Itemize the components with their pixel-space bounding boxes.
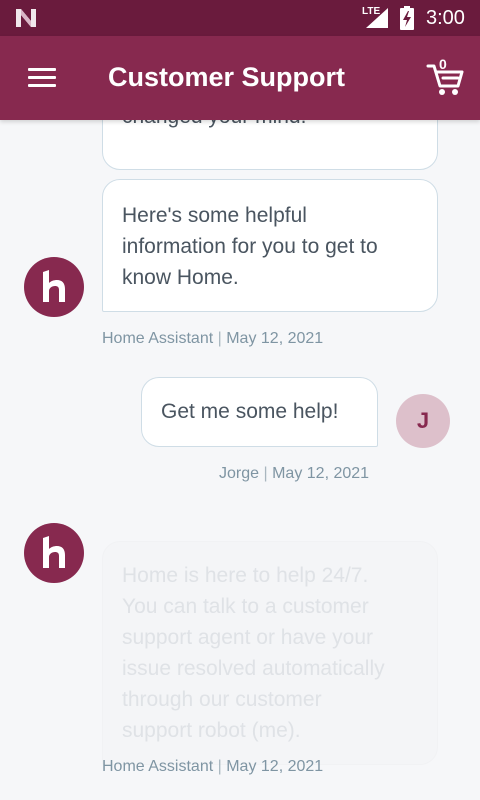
message-line: You can talk to a customer bbox=[122, 595, 369, 618]
bot-avatar bbox=[24, 523, 84, 583]
message-line: information for you to get to bbox=[122, 235, 378, 258]
message-line: support robot (me). bbox=[122, 719, 301, 742]
message-line: changed your mind. bbox=[122, 120, 306, 132]
message-date: May 12, 2021 bbox=[272, 465, 370, 482]
message-meta: Jorge | May 12, 2021 bbox=[219, 465, 369, 483]
clock: 3:00 bbox=[426, 7, 465, 29]
menu-button[interactable] bbox=[20, 62, 64, 94]
home-logo-icon bbox=[43, 536, 65, 568]
bot-message-bubble: changed your mind. bbox=[102, 120, 438, 170]
battery-charging-icon bbox=[400, 6, 414, 30]
message-line: issue resolved automatically bbox=[122, 657, 385, 680]
message-line: Get me some help! bbox=[161, 400, 339, 423]
user-avatar: J bbox=[396, 394, 450, 448]
meta-separator: | bbox=[217, 330, 222, 347]
message-line: through our customer bbox=[122, 688, 322, 711]
meta-separator: | bbox=[263, 465, 268, 482]
home-logo-icon bbox=[43, 270, 65, 302]
message-line: Home is here to help 24/7. bbox=[122, 564, 369, 587]
meta-separator: | bbox=[217, 758, 222, 775]
message-author: Home Assistant bbox=[102, 330, 214, 347]
message-meta: Home Assistant | May 12, 2021 bbox=[102, 330, 323, 348]
signal-icon bbox=[366, 8, 388, 28]
app-bar: Customer Support 0 bbox=[0, 36, 480, 120]
message-line: Here's some helpful bbox=[122, 204, 307, 227]
message-date: May 12, 2021 bbox=[226, 758, 324, 775]
message-meta: Home Assistant | May 12, 2021 bbox=[102, 758, 323, 776]
bot-avatar bbox=[24, 257, 84, 317]
user-message-bubble: Get me some help! bbox=[141, 377, 378, 447]
cart-badge: 0 bbox=[439, 56, 447, 72]
bot-message-bubble: Home is here to help 24/7. You can talk … bbox=[102, 541, 438, 765]
page-title: Customer Support bbox=[108, 62, 346, 92]
message-date: May 12, 2021 bbox=[226, 330, 324, 347]
chat-list[interactable]: changed your mind. Here's some helpful i… bbox=[0, 120, 480, 800]
bot-message-bubble: Here's some helpful information for you … bbox=[102, 179, 438, 312]
status-bar: LTE 3:00 bbox=[0, 0, 480, 36]
message-author: Home Assistant bbox=[102, 758, 214, 775]
message-author: Jorge bbox=[219, 465, 260, 482]
android-n-icon bbox=[16, 9, 36, 27]
message-line: support agent or have your bbox=[122, 626, 373, 649]
message-line: know Home. bbox=[122, 266, 239, 289]
